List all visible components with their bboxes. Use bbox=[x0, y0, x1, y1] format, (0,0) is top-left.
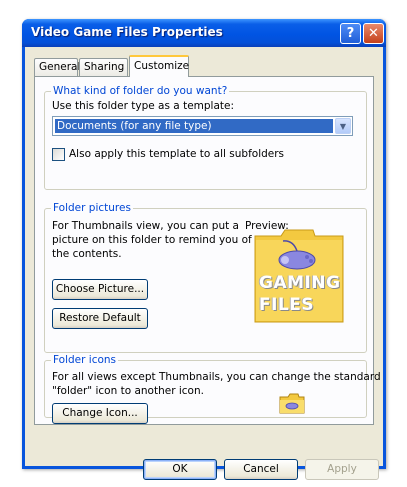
preview-caption: GAMING FILES bbox=[259, 272, 343, 316]
title-bar[interactable]: Video Game Files Properties ? ✕ bbox=[22, 19, 386, 47]
apply-subfolders-checkbox[interactable] bbox=[52, 148, 65, 161]
change-icon-button[interactable]: Change Icon... bbox=[52, 403, 148, 424]
close-icon: ✕ bbox=[368, 26, 379, 41]
folder-icons-legend: Folder icons bbox=[51, 354, 119, 366]
folder-pictures-legend: Folder pictures bbox=[51, 202, 133, 214]
icons-description-line2: "folder" icon to another icon. bbox=[52, 385, 204, 397]
ok-button[interactable]: OK bbox=[143, 459, 217, 480]
tab-sharing[interactable]: Sharing bbox=[79, 58, 128, 76]
restore-default-button[interactable]: Restore Default bbox=[52, 308, 148, 329]
help-icon: ? bbox=[346, 26, 355, 41]
tab-customize[interactable]: Customize bbox=[129, 55, 189, 77]
icons-description-line1: For all views except Thumbnails, you can… bbox=[52, 371, 381, 383]
pictures-description-line1: For Thumbnails view, you can put a bbox=[52, 220, 239, 232]
cancel-button[interactable]: Cancel bbox=[224, 459, 298, 480]
folder-icon bbox=[279, 392, 305, 414]
apply-button[interactable]: Apply bbox=[305, 459, 379, 480]
folder-type-legend: What kind of folder do you want? bbox=[51, 85, 230, 97]
gamepad-folder-icon: GAMING FILES bbox=[253, 228, 345, 324]
dropdown-arrow-icon[interactable]: ▼ bbox=[335, 118, 351, 134]
close-button[interactable]: ✕ bbox=[363, 23, 384, 44]
preview-caption-line1: GAMING bbox=[259, 273, 341, 293]
small-folder-graphic bbox=[279, 393, 305, 414]
pictures-description-line3: the contents. bbox=[52, 248, 122, 260]
window-title: Video Game Files Properties bbox=[31, 25, 223, 39]
folder-template-select[interactable]: Documents (for any file type) ▼ bbox=[52, 116, 353, 136]
tab-general[interactable]: General bbox=[34, 58, 80, 76]
pictures-description-line2: picture on this folder to remind you of bbox=[52, 234, 252, 246]
folder-template-selected: Documents (for any file type) bbox=[55, 119, 333, 133]
template-prompt: Use this folder type as a template: bbox=[52, 100, 235, 112]
help-button[interactable]: ? bbox=[340, 23, 361, 44]
preview-caption-line2: FILES bbox=[259, 295, 315, 315]
choose-picture-button[interactable]: Choose Picture... bbox=[52, 279, 148, 300]
apply-subfolders-label[interactable]: Also apply this template to all subfolde… bbox=[69, 148, 284, 160]
